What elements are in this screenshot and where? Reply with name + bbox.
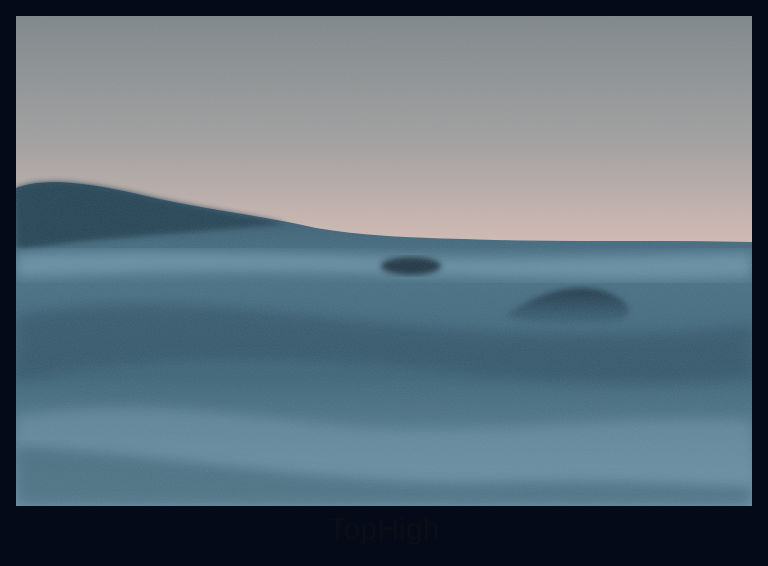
ocean-photo-illustration xyxy=(16,16,752,506)
ocean-photo xyxy=(16,16,752,506)
film-grain xyxy=(16,16,752,506)
photo-caption: TopHigh xyxy=(328,513,440,546)
